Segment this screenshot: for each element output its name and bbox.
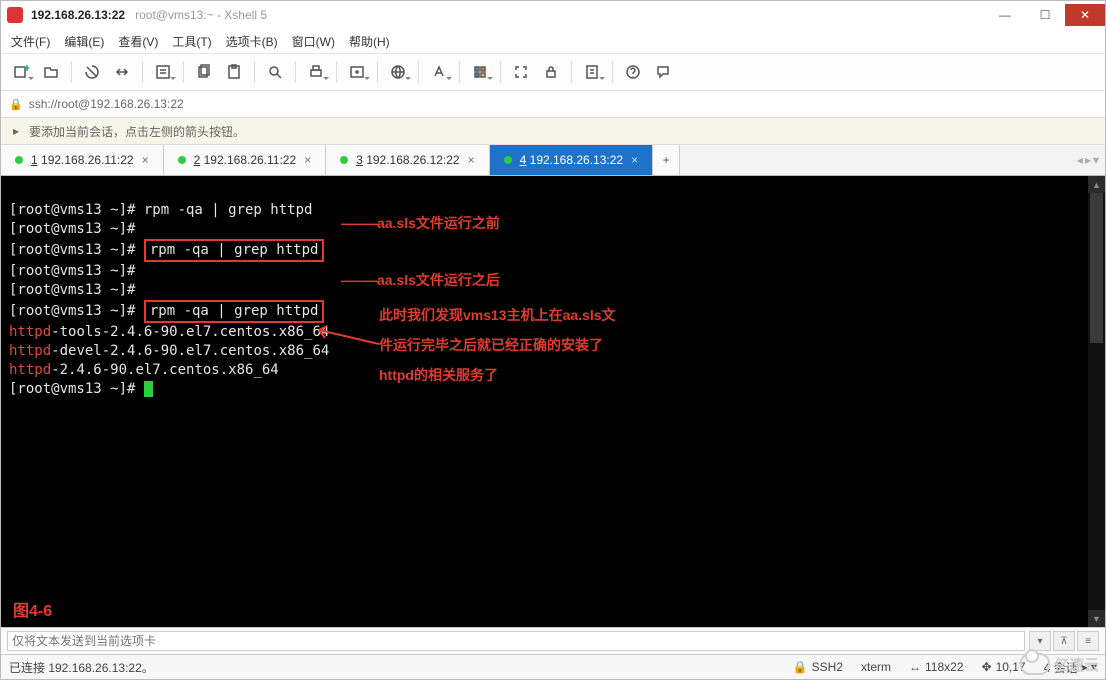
session-tab-3[interactable]: 3 192.168.26.12:22 × (326, 145, 489, 175)
menu-tabs[interactable]: 选项卡(B) (226, 33, 278, 50)
menu-view[interactable]: 查看(V) (118, 33, 158, 50)
new-tab-button[interactable]: + (653, 145, 680, 175)
paste-button[interactable] (220, 58, 248, 86)
status-dot-icon (340, 156, 348, 164)
titlebar: 192.168.26.13:22 root@vms13:~ - Xshell 5… (1, 1, 1105, 29)
title-ip: 192.168.26.13:22 (31, 8, 125, 22)
status-ssh: 🔒 SSH2 (793, 660, 843, 674)
language-button[interactable] (384, 58, 412, 86)
new-session-button[interactable] (7, 58, 35, 86)
close-button[interactable]: ✕ (1065, 4, 1105, 26)
maximize-button[interactable]: ☐ (1025, 4, 1065, 26)
chat-button[interactable] (649, 58, 677, 86)
address-url[interactable]: ssh://root@192.168.26.13:22 (29, 97, 184, 111)
minimize-button[interactable]: — (985, 4, 1025, 26)
font-button[interactable] (425, 58, 453, 86)
color-button[interactable] (466, 58, 494, 86)
menu-tools[interactable]: 工具(T) (172, 33, 211, 50)
tab-close-icon[interactable]: × (142, 153, 149, 167)
status-bar: 已连接 192.168.26.13:22。 🔒 SSH2 xterm ↔ 118… (1, 654, 1105, 679)
hint-text: 要添加当前会话，点击左侧的箭头按钮。 (29, 123, 245, 140)
scroll-thumb[interactable] (1090, 193, 1103, 343)
scroll-up-icon[interactable]: ▲ (1088, 176, 1105, 193)
menu-file[interactable]: 文件(F) (11, 33, 50, 50)
tab-close-icon[interactable]: × (304, 153, 311, 167)
menu-window[interactable]: 窗口(W) (292, 33, 335, 50)
send-pin-button[interactable]: ⊼ (1053, 631, 1075, 651)
fullscreen-button[interactable] (507, 58, 535, 86)
session-tab-4[interactable]: 4 192.168.26.13:22 × (490, 145, 653, 175)
tab-list-icon[interactable]: ▾ (1093, 153, 1099, 167)
transfer-button[interactable] (343, 58, 371, 86)
figure-label: 图4-6 (13, 602, 52, 621)
watermark: 亿速云 (1020, 653, 1099, 675)
highlight-box-after: rpm -qa | grep httpd (144, 300, 325, 323)
hint-bar: ▸ 要添加当前会话，点击左侧的箭头按钮。 (1, 118, 1105, 145)
terminal-area: [root@vms13 ~]# rpm -qa | grep httpd [ro… (1, 176, 1105, 627)
send-input[interactable] (7, 631, 1025, 651)
reconnect-button[interactable] (78, 58, 106, 86)
print-button[interactable] (302, 58, 330, 86)
status-dot-icon (15, 156, 23, 164)
status-dot-icon (178, 156, 186, 164)
terminal[interactable]: [root@vms13 ~]# rpm -qa | grep httpd [ro… (1, 176, 1088, 627)
send-list-button[interactable]: ≡ (1077, 631, 1099, 651)
scroll-down-icon[interactable]: ▼ (1088, 610, 1105, 627)
terminal-scrollbar[interactable]: ▲ ▼ (1088, 176, 1105, 627)
annotation-desc-2: 件运行完毕之后就已经正确的安装了 (379, 336, 603, 355)
app-logo (7, 7, 23, 23)
tab-prev-icon[interactable]: ◂ (1077, 153, 1083, 167)
menu-edit[interactable]: 编辑(E) (64, 33, 104, 50)
status-term: xterm (861, 660, 891, 674)
help-button[interactable] (619, 58, 647, 86)
find-button[interactable] (261, 58, 289, 86)
properties-button[interactable] (149, 58, 177, 86)
open-button[interactable] (37, 58, 65, 86)
send-bar: ▾ ⊼ ≡ (1, 627, 1105, 654)
highlight-box-before: rpm -qa | grep httpd (144, 239, 325, 262)
cloud-icon (1020, 653, 1050, 675)
menu-help[interactable]: 帮助(H) (349, 33, 390, 50)
address-bar: 🔒 ssh://root@192.168.26.13:22 (1, 91, 1105, 118)
send-menu-button[interactable]: ▾ (1029, 631, 1051, 651)
session-tab-1[interactable]: 1 192.168.26.11:22 × (1, 145, 164, 175)
annotation-after: ———aa.sls文件运行之后 (341, 271, 500, 290)
status-connection: 已连接 192.168.26.13:22。 (9, 659, 154, 676)
annotation-desc-3: httpd的相关服务了 (379, 366, 498, 385)
title-subtitle: root@vms13:~ - Xshell 5 (135, 8, 267, 22)
scroll-track[interactable] (1088, 193, 1105, 610)
session-tab-2[interactable]: 2 192.168.26.11:22 × (164, 145, 327, 175)
disconnect-button[interactable] (108, 58, 136, 86)
copy-button[interactable] (190, 58, 218, 86)
lock-button[interactable] (537, 58, 565, 86)
toolbar (1, 54, 1105, 91)
tab-nav: ◂ ▸ ▾ (1071, 145, 1105, 175)
tab-next-icon[interactable]: ▸ (1085, 153, 1091, 167)
status-cursor: ✥ 10,17 (982, 660, 1026, 674)
menubar: 文件(F) 编辑(E) 查看(V) 工具(T) 选项卡(B) 窗口(W) 帮助(… (1, 29, 1105, 54)
tab-bar: 1 192.168.26.11:22 × 2 192.168.26.11:22 … (1, 145, 1105, 176)
tab-close-icon[interactable]: × (468, 153, 475, 167)
annotation-before: ———aa.sls文件运行之前 (341, 214, 500, 233)
annotation-desc-1: 此时我们发现vms13主机上在aa.sls文 (379, 306, 616, 325)
terminal-cursor (144, 381, 153, 397)
hint-arrow-icon[interactable]: ▸ (9, 124, 23, 138)
status-size: ↔ 118x22 (909, 660, 963, 674)
script-button[interactable] (578, 58, 606, 86)
status-dot-icon (504, 156, 512, 164)
tab-close-icon[interactable]: × (631, 153, 638, 167)
lock-icon: 🔒 (9, 98, 23, 111)
